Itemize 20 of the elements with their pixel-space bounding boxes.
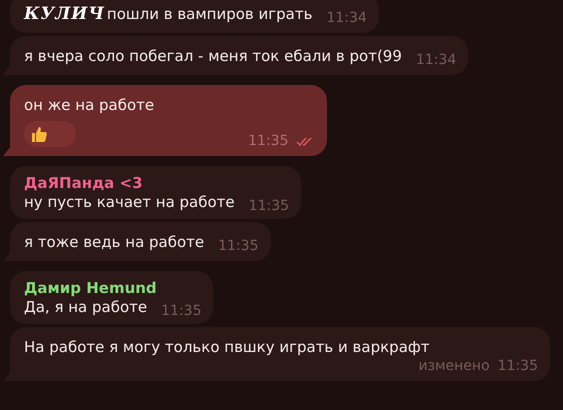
message-text: Да, я на работе [24,298,148,317]
message-text: он же на работе [24,96,154,115]
message-text: пошли в вампиров играть [106,5,312,24]
message-time: 11:34 [326,9,367,28]
message-time: 11:35 [248,197,290,216]
custom-emoji-text: КУЛИЧ [24,5,105,24]
message-text: я тоже ведь на работе [24,233,204,252]
message-time: 11:35 [248,132,288,151]
thumbs-up-icon [30,125,48,143]
message-time: 11:35 [161,302,202,321]
message-time: 11:35 [218,237,258,256]
message-text: ну пусть качает на работе [24,193,235,212]
message-text: я вчера соло побегал - меня ток ебали в рот(99 [24,47,402,66]
message-time: 11:34 [416,51,456,70]
message-text: На работе я могу только пвшку играть и варкрафт [24,338,430,357]
sender-name: ДаЯПанда <3 [24,174,144,193]
message-time: 11:35 [498,357,538,376]
sender-name: Дамир Hemund [24,279,158,298]
reaction-chip[interactable] [24,121,76,147]
edited-label: изменено [418,357,490,376]
